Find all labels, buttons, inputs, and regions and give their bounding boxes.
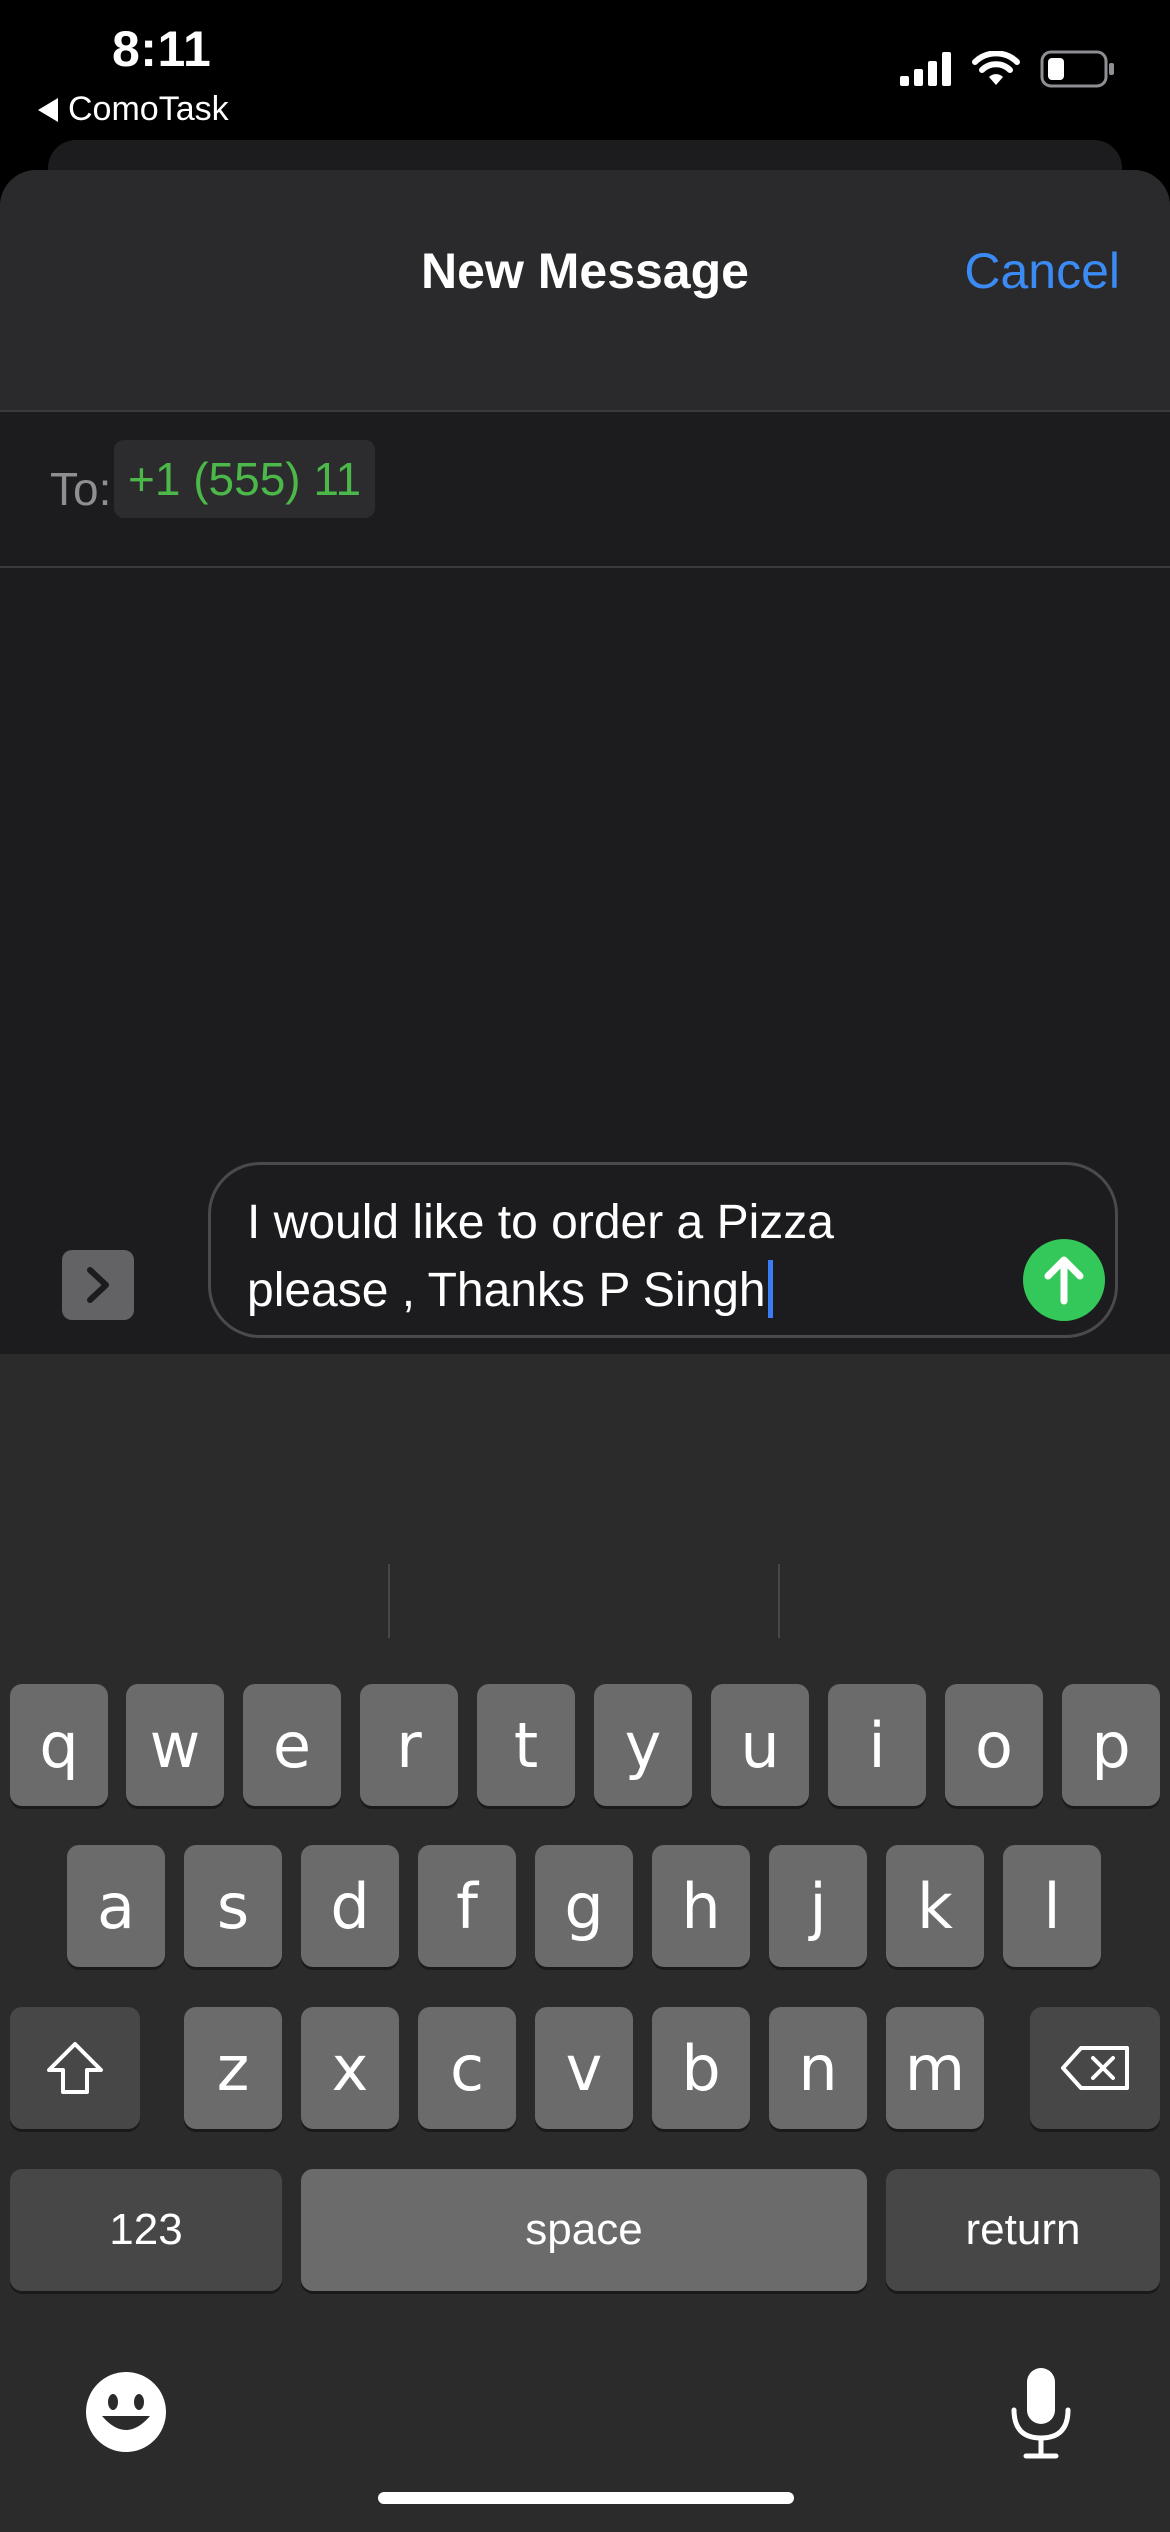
to-label: To: — [50, 463, 112, 515]
key-d[interactable]: d — [301, 1845, 399, 1967]
status-icons — [900, 50, 1116, 88]
shift-key[interactable] — [10, 2007, 140, 2129]
prediction-divider — [778, 1564, 780, 1638]
key-q[interactable]: q — [10, 1684, 108, 1806]
key-k[interactable]: k — [886, 1845, 984, 1967]
key-o[interactable]: o — [945, 1684, 1043, 1806]
key-c[interactable]: c — [418, 2007, 516, 2129]
key-p[interactable]: p — [1062, 1684, 1160, 1806]
home-indicator — [378, 2492, 794, 2504]
space-key[interactable]: space — [301, 2169, 867, 2291]
to-field-row[interactable]: To: +1 (555) 11 — [0, 412, 1170, 568]
app-drawer-button[interactable] — [62, 1250, 134, 1320]
key-m[interactable]: m — [886, 2007, 984, 2129]
battery-icon — [1040, 50, 1114, 88]
key-w[interactable]: w — [126, 1684, 224, 1806]
keyboard-bottom-bar — [0, 2362, 1170, 2532]
key-h[interactable]: h — [652, 1845, 750, 1967]
back-app-label: ComoTask — [68, 90, 229, 128]
cellular-signal-icon — [900, 52, 951, 86]
message-text: I would like to order a Pizza please , T… — [247, 1189, 1007, 1325]
key-v[interactable]: v — [535, 2007, 633, 2129]
emoji-icon[interactable] — [84, 2370, 168, 2454]
key-l[interactable]: l — [1003, 1845, 1101, 1967]
numbers-key[interactable]: 123 — [10, 2169, 282, 2291]
message-input[interactable]: I would like to order a Pizza please , T… — [208, 1162, 1118, 1338]
key-s[interactable]: s — [184, 1845, 282, 1967]
back-to-app-button[interactable]: ComoTask — [38, 90, 229, 129]
wifi-icon — [972, 51, 1020, 85]
key-y[interactable]: y — [594, 1684, 692, 1806]
key-n[interactable]: n — [769, 2007, 867, 2129]
chevron-right-icon — [87, 1267, 109, 1303]
text-caret — [767, 1260, 773, 1318]
cancel-button[interactable]: Cancel — [964, 242, 1120, 300]
key-e[interactable]: e — [243, 1684, 341, 1806]
status-time: 8:11 — [112, 21, 212, 77]
key-f[interactable]: f — [418, 1845, 516, 1967]
predictive-text-bar[interactable] — [0, 1354, 1170, 1654]
key-a[interactable]: a — [67, 1845, 165, 1967]
recipient-chip[interactable]: +1 (555) 11 — [114, 440, 376, 518]
message-line-2: please , Thanks P Singh — [247, 1264, 766, 1317]
shift-arrow-icon — [47, 2042, 103, 2094]
backspace-icon — [1061, 2046, 1129, 2090]
key-x[interactable]: x — [301, 2007, 399, 2129]
key-t[interactable]: t — [477, 1684, 575, 1806]
back-arrow-icon — [38, 97, 58, 122]
arrow-up-icon — [1044, 1256, 1084, 1305]
screen: 8:11 ComoTask New Message Cancel To: +1 … — [0, 0, 1170, 2532]
key-z[interactable]: z — [184, 2007, 282, 2129]
send-button[interactable] — [1023, 1239, 1105, 1321]
delete-key[interactable] — [1030, 2007, 1160, 2129]
key-u[interactable]: u — [711, 1684, 809, 1806]
key-r[interactable]: r — [360, 1684, 458, 1806]
key-i[interactable]: i — [828, 1684, 926, 1806]
sheet-header: New Message Cancel — [0, 170, 1170, 412]
return-key[interactable]: return — [886, 2169, 1160, 2291]
key-g[interactable]: g — [535, 1845, 633, 1967]
message-line-1: I would like to order a Pizza — [247, 1196, 834, 1249]
microphone-icon[interactable] — [1006, 2366, 1076, 2462]
key-j[interactable]: j — [769, 1845, 867, 1967]
prediction-divider — [388, 1564, 390, 1638]
key-b[interactable]: b — [652, 2007, 750, 2129]
